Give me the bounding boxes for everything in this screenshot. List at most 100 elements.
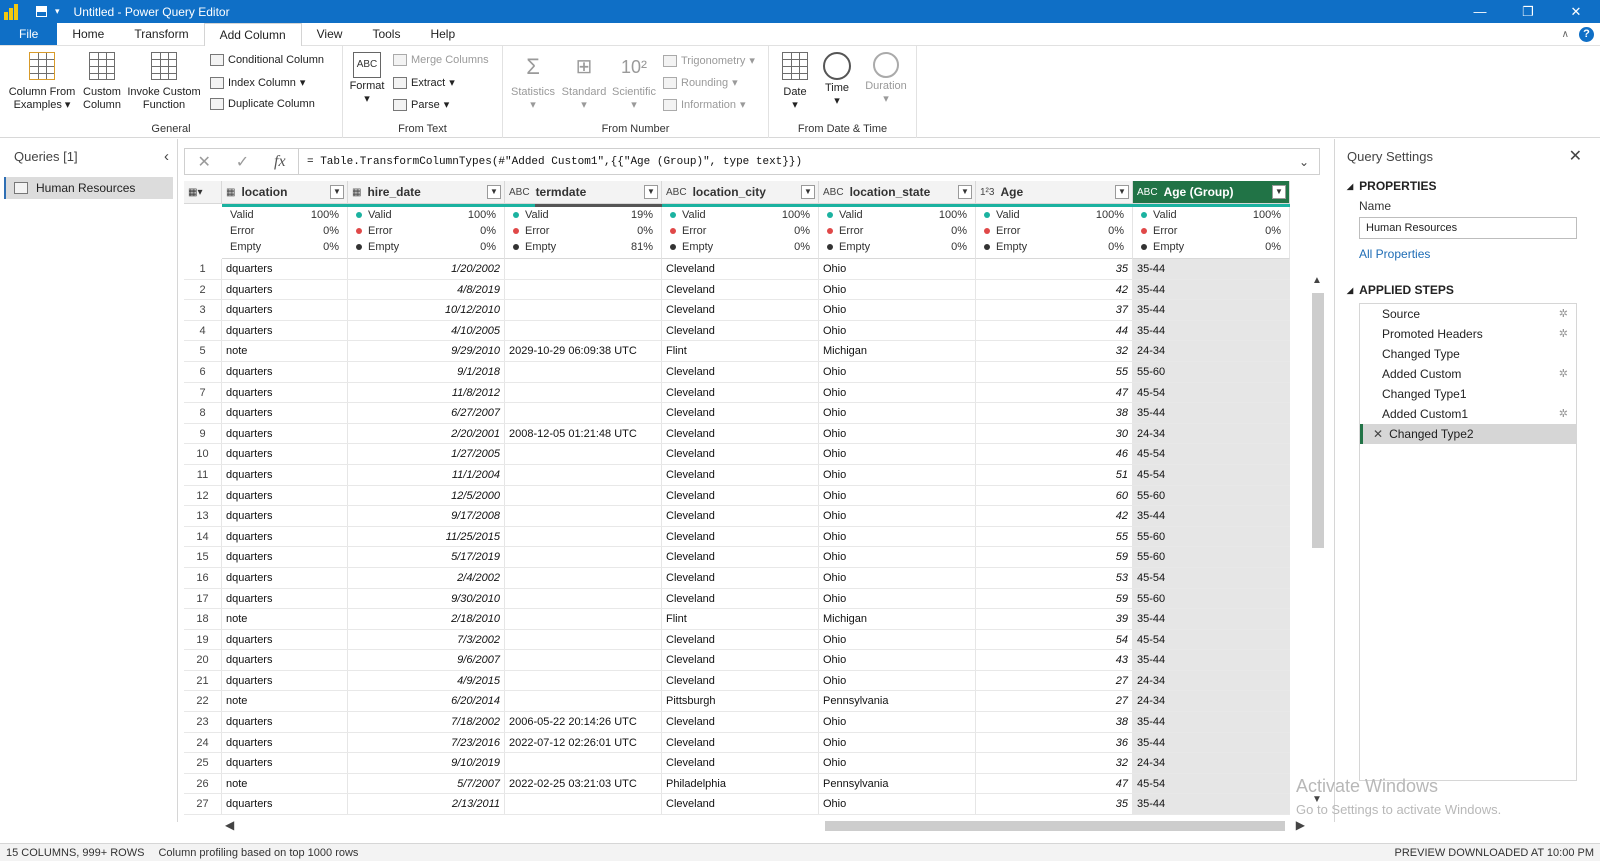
table-cell[interactable]: Ohio bbox=[819, 259, 976, 279]
table-cell[interactable]: dquarters bbox=[222, 547, 348, 567]
close-settings-icon[interactable]: ✕ bbox=[1569, 146, 1582, 166]
table-cell[interactable]: dquarters bbox=[222, 588, 348, 609]
tab-tools[interactable]: Tools bbox=[357, 23, 415, 45]
table-cell[interactable]: Cleveland bbox=[662, 670, 819, 691]
invoke-custom-function-button[interactable]: Invoke Custom Function bbox=[126, 52, 202, 112]
table-cell[interactable] bbox=[505, 609, 662, 629]
vertical-scroll-thumb[interactable] bbox=[1312, 293, 1324, 548]
table-cell[interactable]: 4/10/2005 bbox=[348, 320, 505, 341]
customize-quick-access-icon[interactable]: ▾ bbox=[55, 6, 60, 17]
table-cell[interactable]: Pittsburgh bbox=[662, 691, 819, 712]
table-cell[interactable]: Ohio bbox=[819, 300, 976, 320]
step-settings-gear-icon[interactable]: ✲ bbox=[1559, 367, 1568, 380]
standard-button[interactable]: ⊞ Standard ▾ bbox=[559, 52, 609, 112]
table-cell[interactable]: 39 bbox=[976, 609, 1133, 629]
row-number[interactable]: 4 bbox=[184, 320, 222, 341]
table-cell[interactable]: 9/17/2008 bbox=[348, 506, 505, 526]
row-number[interactable]: 3 bbox=[184, 300, 222, 320]
table-cell[interactable]: dquarters bbox=[222, 423, 348, 444]
table-cell[interactable]: dquarters bbox=[222, 670, 348, 691]
table-cell[interactable]: Cleveland bbox=[662, 588, 819, 609]
table-cell[interactable]: 2/13/2011 bbox=[348, 794, 505, 815]
table-cell[interactable]: 44 bbox=[976, 320, 1133, 341]
table-cell[interactable]: 35-44 bbox=[1133, 732, 1290, 753]
vertical-scrollbar[interactable]: ▲ ▼ bbox=[1310, 275, 1324, 805]
save-icon[interactable] bbox=[36, 6, 47, 17]
table-cell[interactable]: Cleveland bbox=[662, 629, 819, 650]
table-cell[interactable]: dquarters bbox=[222, 506, 348, 526]
table-cell[interactable]: 43 bbox=[976, 650, 1133, 670]
index-column-button[interactable]: Index Column ▾ bbox=[210, 76, 305, 89]
row-number[interactable]: 25 bbox=[184, 753, 222, 773]
table-cell[interactable] bbox=[505, 670, 662, 691]
table-cell[interactable]: 42 bbox=[976, 279, 1133, 300]
table-cell[interactable]: 24-34 bbox=[1133, 670, 1290, 691]
column-header[interactable]: 1²3 Age ▼ bbox=[976, 181, 1133, 204]
table-cell[interactable]: 42 bbox=[976, 506, 1133, 526]
tab-transform[interactable]: Transform bbox=[119, 23, 203, 45]
row-number[interactable]: 18 bbox=[184, 609, 222, 629]
column-header[interactable]: ABC Age (Group) ▼ bbox=[1133, 181, 1290, 204]
table-cell[interactable]: Ohio bbox=[819, 444, 976, 464]
table-cell[interactable]: Cleveland bbox=[662, 753, 819, 773]
properties-section[interactable]: ◢ PROPERTIES bbox=[1335, 179, 1600, 193]
table-cell[interactable]: Michigan bbox=[819, 341, 976, 361]
column-type-icon[interactable]: ABC bbox=[1137, 187, 1158, 198]
table-cell[interactable]: Ohio bbox=[819, 753, 976, 773]
table-cell[interactable]: dquarters bbox=[222, 650, 348, 670]
column-header[interactable]: ▦ hire_date ▼ bbox=[348, 181, 505, 204]
applied-step[interactable]: Added Custom1 ✲ bbox=[1360, 404, 1576, 424]
table-cell[interactable]: 35-44 bbox=[1133, 320, 1290, 341]
table-cell[interactable]: Pennsylvania bbox=[819, 691, 976, 712]
collapse-queries-icon[interactable]: ‹ bbox=[164, 148, 169, 165]
table-cell[interactable]: Cleveland bbox=[662, 300, 819, 320]
row-number[interactable]: 8 bbox=[184, 403, 222, 423]
table-cell[interactable]: 4/8/2019 bbox=[348, 279, 505, 300]
table-cell[interactable]: Ohio bbox=[819, 712, 976, 732]
table-cell[interactable]: Cleveland bbox=[662, 794, 819, 815]
table-cell[interactable]: Ohio bbox=[819, 547, 976, 567]
collapse-ribbon-icon[interactable]: ∧ bbox=[1562, 29, 1569, 40]
table-cell[interactable]: 54 bbox=[976, 629, 1133, 650]
column-type-icon[interactable]: 1²3 bbox=[980, 187, 994, 198]
row-number[interactable]: 27 bbox=[184, 794, 222, 815]
time-button[interactable]: Time ▾ bbox=[817, 52, 857, 108]
column-filter-dropdown-icon[interactable]: ▼ bbox=[958, 185, 972, 199]
table-menu-icon[interactable]: ▦▾ bbox=[184, 181, 222, 204]
table-cell[interactable]: 24-34 bbox=[1133, 691, 1290, 712]
step-settings-gear-icon[interactable]: ✲ bbox=[1559, 407, 1568, 420]
table-cell[interactable]: dquarters bbox=[222, 732, 348, 753]
column-filter-dropdown-icon[interactable]: ▼ bbox=[1115, 185, 1129, 199]
table-cell[interactable]: Cleveland bbox=[662, 567, 819, 588]
table-cell[interactable]: Cleveland bbox=[662, 320, 819, 341]
table-cell[interactable]: 55-60 bbox=[1133, 485, 1290, 506]
table-cell[interactable]: dquarters bbox=[222, 300, 348, 320]
table-cell[interactable]: Cleveland bbox=[662, 506, 819, 526]
applied-step[interactable]: Source ✲ bbox=[1360, 304, 1576, 324]
table-cell[interactable]: 55-60 bbox=[1133, 526, 1290, 547]
row-number[interactable]: 1 bbox=[184, 259, 222, 279]
table-cell[interactable] bbox=[505, 259, 662, 279]
table-cell[interactable]: 2008-12-05 01:21:48 UTC bbox=[505, 423, 662, 444]
table-cell[interactable]: Ohio bbox=[819, 382, 976, 403]
tab-view[interactable]: View bbox=[302, 23, 358, 45]
column-header[interactable]: ABC location_city ▼ bbox=[662, 181, 819, 204]
column-type-icon[interactable]: ▦ bbox=[226, 187, 235, 198]
table-cell[interactable] bbox=[505, 444, 662, 464]
table-cell[interactable]: 2/4/2002 bbox=[348, 567, 505, 588]
table-cell[interactable]: 47 bbox=[976, 382, 1133, 403]
table-cell[interactable]: 35-44 bbox=[1133, 279, 1290, 300]
table-cell[interactable]: 9/29/2010 bbox=[348, 341, 505, 361]
table-cell[interactable]: 24-34 bbox=[1133, 753, 1290, 773]
table-cell[interactable]: 2022-02-25 03:21:03 UTC bbox=[505, 773, 662, 794]
table-cell[interactable] bbox=[505, 320, 662, 341]
table-cell[interactable]: 2/20/2001 bbox=[348, 423, 505, 444]
applied-step[interactable]: Changed Type bbox=[1360, 344, 1576, 364]
table-cell[interactable]: Ohio bbox=[819, 403, 976, 423]
horizontal-scroll-thumb[interactable] bbox=[825, 821, 1285, 831]
scroll-right-icon[interactable]: ▶ bbox=[1296, 818, 1305, 832]
table-cell[interactable]: Michigan bbox=[819, 609, 976, 629]
commit-formula-icon[interactable]: ✓ bbox=[236, 152, 249, 172]
table-cell[interactable]: 2022-07-12 02:26:01 UTC bbox=[505, 732, 662, 753]
table-cell[interactable]: Ohio bbox=[819, 506, 976, 526]
